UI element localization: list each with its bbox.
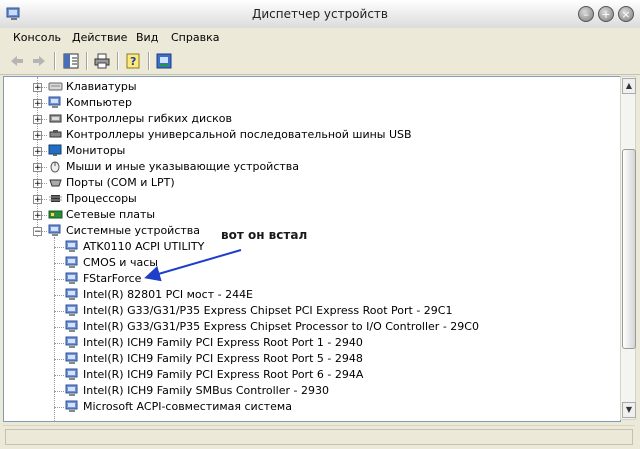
device-manager-window: Диспетчер устройств – + × Консоль Действ… xyxy=(0,0,640,449)
forward-icon[interactable] xyxy=(30,52,48,70)
scroll-down-button[interactable]: ▼ xyxy=(622,402,636,418)
system-device-icon xyxy=(65,384,80,397)
tree-category-label: Контроллеры гибких дисков xyxy=(66,112,233,125)
svg-text:?: ? xyxy=(130,55,136,68)
system-device-icon xyxy=(65,272,80,285)
controller-icon xyxy=(48,112,63,125)
annotation-text: вот он встал xyxy=(221,228,308,242)
expand-button[interactable]: + xyxy=(33,147,42,157)
tree-category-label: Порты (COM и LPT) xyxy=(66,176,175,189)
mouse-icon xyxy=(48,160,63,173)
expand-button[interactable]: + xyxy=(33,211,42,221)
toolbar: ? xyxy=(0,48,640,75)
device-tree[interactable]: + Клавиатуры + Компьютер + Контроллеры гибких… xyxy=(3,76,621,422)
system-device-label: Intel(R) ICH9 Family PCI Express Root Po… xyxy=(83,352,363,365)
system-device-icon xyxy=(65,400,80,413)
expand-button[interactable]: + xyxy=(33,163,42,173)
status-pane xyxy=(5,429,633,445)
tree-guide xyxy=(54,263,64,265)
tree-category-label: Системные устройства xyxy=(66,224,200,237)
menu-console[interactable]: Консоль xyxy=(13,31,61,44)
tree-category-label: Контроллеры универсальной последовательн… xyxy=(66,128,412,141)
collapse-button[interactable]: − xyxy=(33,227,42,237)
toolbar-separator xyxy=(117,52,119,70)
expand-button[interactable]: + xyxy=(33,115,42,125)
help-icon[interactable]: ? xyxy=(124,52,142,70)
system-device-icon xyxy=(65,352,80,365)
system-device-label: Intel(R) ICH9 Family PCI Express Root Po… xyxy=(83,336,363,349)
properties-icon[interactable] xyxy=(155,52,173,70)
toolbar-separator xyxy=(54,52,56,70)
system-device-icon xyxy=(65,256,80,269)
expand-button[interactable]: + xyxy=(33,179,42,189)
system-device-icon xyxy=(65,304,80,317)
tree-guide xyxy=(54,279,64,281)
system-device-icon xyxy=(65,240,80,253)
maximize-button[interactable]: + xyxy=(598,6,614,22)
tree-guide xyxy=(54,407,64,409)
system-device-label: Intel(R) ICH9 Family PCI Express Root Po… xyxy=(83,368,364,381)
toolbar-separator xyxy=(86,52,88,70)
tree-category-label: Клавиатуры xyxy=(66,80,137,93)
expand-button[interactable]: + xyxy=(33,131,42,141)
network-card-icon xyxy=(48,208,63,221)
tree-guide xyxy=(54,311,64,313)
monitor-icon xyxy=(48,144,63,157)
tree-category-label: Мониторы xyxy=(66,144,126,157)
system-device-icon xyxy=(65,288,80,301)
computer-icon xyxy=(48,96,63,109)
tree-category-label: Мыши и иные указывающие устройства xyxy=(66,160,300,173)
tree-category-label: Сетевые платы xyxy=(66,208,156,221)
title-bar[interactable]: Диспетчер устройств – + × xyxy=(0,0,640,29)
expand-button[interactable]: + xyxy=(33,83,42,93)
menu-help[interactable]: Справка xyxy=(171,31,219,44)
system-device-label: Intel(R) ICH9 Family SMBus Controller - … xyxy=(83,384,329,397)
system-device-label: Intel(R) G33/G31/P35 Express Chipset PCI… xyxy=(83,304,453,317)
menu-view[interactable]: Вид xyxy=(136,31,158,44)
menu-bar: Консоль Действие Вид Справка xyxy=(0,28,640,49)
show-hide-tree-icon[interactable] xyxy=(62,52,80,70)
scroll-thumb[interactable] xyxy=(622,149,636,349)
toolbar-separator xyxy=(148,52,150,70)
processor-icon xyxy=(48,192,63,205)
tree-guide xyxy=(54,391,64,393)
annotation-arrow xyxy=(144,249,242,282)
status-bar xyxy=(3,425,635,446)
minimize-button[interactable]: – xyxy=(578,6,594,22)
tree-guide xyxy=(54,343,64,345)
system-device-label: Intel(R) 82801 PCI мост - 244E xyxy=(83,288,254,301)
system-device-icon xyxy=(65,368,80,381)
port-icon xyxy=(48,176,63,189)
print-icon[interactable] xyxy=(93,52,111,70)
menu-action[interactable]: Действие xyxy=(72,31,127,44)
expand-button[interactable]: + xyxy=(33,195,42,205)
keyboard-icon xyxy=(48,80,63,93)
usb-icon xyxy=(48,128,63,141)
tree-guide xyxy=(54,327,64,329)
tree-category-label: Компьютер xyxy=(66,96,132,109)
system-device-icon xyxy=(48,224,63,237)
tree-guide xyxy=(54,359,64,361)
system-device-label: Intel(R) G33/G31/P35 Express Chipset Pro… xyxy=(83,320,479,333)
back-icon[interactable] xyxy=(8,52,26,70)
close-button[interactable]: × xyxy=(618,6,634,22)
tree-guide xyxy=(54,295,64,297)
system-device-label: Microsoft ACPI-совместимая система xyxy=(83,400,292,413)
system-device-icon xyxy=(65,336,80,349)
system-device-icon xyxy=(65,320,80,333)
vertical-scrollbar[interactable]: ▲ ▼ xyxy=(620,76,636,420)
tree-guide xyxy=(54,375,64,377)
system-device-label: FStarForce xyxy=(83,272,142,285)
window-title: Диспетчер устройств xyxy=(251,7,388,21)
scroll-up-button[interactable]: ▲ xyxy=(622,78,636,94)
tree-guide xyxy=(54,247,64,249)
expand-button[interactable]: + xyxy=(33,99,42,109)
tree-category-label: Процессоры xyxy=(66,192,137,205)
